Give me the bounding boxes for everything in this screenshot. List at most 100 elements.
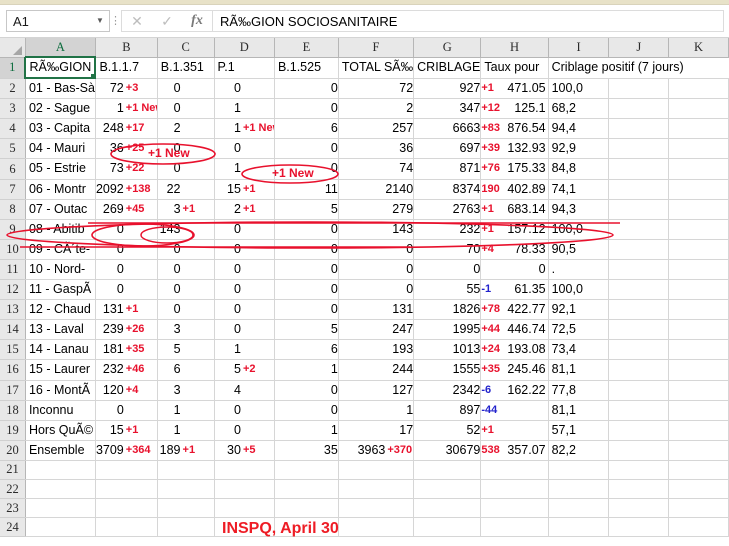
cell-h23[interactable] xyxy=(480,498,549,519)
cell-g23[interactable] xyxy=(413,498,482,519)
cell-b4[interactable]: 248 +17 xyxy=(95,118,158,140)
cell-g13[interactable]: 1826 xyxy=(413,299,482,321)
row-header-2[interactable]: 2 xyxy=(0,78,26,100)
cell-b20[interactable]: 3709 +364 xyxy=(95,440,158,461)
cell-e1[interactable]: B.1.525 xyxy=(274,57,339,79)
cell-c15[interactable]: 5 xyxy=(157,339,215,361)
row-header-12[interactable]: 12 xyxy=(0,279,26,301)
cell-j11[interactable] xyxy=(608,259,670,281)
cell-g18[interactable]: 897 xyxy=(413,400,482,421)
cell-g15[interactable]: 1013 xyxy=(413,339,482,361)
column-header-b[interactable]: B xyxy=(95,38,158,58)
cell-d8[interactable]: 2 +1 xyxy=(214,199,275,220)
cell-f19[interactable]: 17 xyxy=(338,420,415,441)
row-header-4[interactable]: 4 xyxy=(0,118,26,140)
cell-d10[interactable]: 0 xyxy=(214,239,275,260)
cell-c12[interactable]: 0 xyxy=(157,279,215,301)
column-header-k[interactable]: K xyxy=(668,38,729,58)
cell-d24[interactable] xyxy=(214,517,275,538)
cell-f24[interactable] xyxy=(338,517,415,538)
cell-g16[interactable]: 1555 xyxy=(413,359,482,381)
cell-c22[interactable] xyxy=(157,479,215,500)
cell-a19[interactable]: Hors QuÃ© xyxy=(25,420,96,441)
cell-c18[interactable]: 1 xyxy=(157,400,215,421)
cell-a20[interactable]: Ensemble xyxy=(25,440,96,461)
name-box[interactable]: A1 ▼ xyxy=(6,10,110,32)
cell-c17[interactable]: 3 xyxy=(157,380,215,401)
cell-h11[interactable]: 0 xyxy=(480,259,549,281)
cell-k10[interactable] xyxy=(668,239,729,260)
cell-g12[interactable]: 55 xyxy=(413,279,482,301)
cell-k19[interactable] xyxy=(668,420,729,441)
cell-g9[interactable]: 232 xyxy=(413,219,482,240)
row-header-23[interactable]: 23 xyxy=(0,498,26,519)
cell-k6[interactable] xyxy=(668,158,729,180)
cancel-icon[interactable]: ✕ xyxy=(122,11,152,31)
cell-a22[interactable] xyxy=(25,479,96,500)
row-header-1[interactable]: 1 xyxy=(0,57,26,79)
row-header-19[interactable]: 19 xyxy=(0,420,26,441)
cell-f6[interactable]: 74 xyxy=(338,158,415,180)
cell-a15[interactable]: 14 - Lanau xyxy=(25,339,96,361)
cell-c9[interactable]: 143 xyxy=(157,219,215,240)
cell-i8[interactable]: 94,3 xyxy=(548,199,610,220)
cell-f23[interactable] xyxy=(338,498,415,519)
cell-e18[interactable]: 0 xyxy=(274,400,339,421)
cell-h5[interactable]: +39 132.93 xyxy=(480,138,549,160)
cell-c19[interactable]: 1 xyxy=(157,420,215,441)
cell-j19[interactable] xyxy=(608,420,670,441)
cell-b3[interactable]: 1+1 New xyxy=(95,98,158,120)
cell-i1[interactable]: Criblage positif (7 jours) xyxy=(548,57,729,79)
cell-b6[interactable]: 73 +22 xyxy=(95,158,158,180)
cell-f20[interactable]: 3963 +370 xyxy=(338,440,415,461)
cell-i20[interactable]: 82,2 xyxy=(548,440,610,461)
cell-i24[interactable] xyxy=(548,517,610,538)
cell-a2[interactable]: 01 - Bas-Sà xyxy=(25,78,96,100)
cell-d9[interactable]: 0 xyxy=(214,219,275,240)
cell-f14[interactable]: 247 xyxy=(338,319,415,341)
cell-a6[interactable]: 05 - Estrie xyxy=(25,158,96,180)
row-header-6[interactable]: 6 xyxy=(0,158,26,180)
row-header-11[interactable]: 11 xyxy=(0,259,26,281)
cell-g6[interactable]: 871 xyxy=(413,158,482,180)
row-header-15[interactable]: 15 xyxy=(0,339,26,361)
cell-b9[interactable]: 0 xyxy=(95,219,158,240)
row-header-16[interactable]: 16 xyxy=(0,359,26,381)
row-header-17[interactable]: 17 xyxy=(0,380,26,401)
cell-g3[interactable]: 347 xyxy=(413,98,482,120)
cell-j13[interactable] xyxy=(608,299,670,321)
cell-e14[interactable]: 5 xyxy=(274,319,339,341)
cell-b7[interactable]: 2092 +138 xyxy=(95,179,158,200)
row-header-21[interactable]: 21 xyxy=(0,460,26,480)
column-header-c[interactable]: C xyxy=(157,38,215,58)
cell-a8[interactable]: 07 - Outac xyxy=(25,199,96,220)
cell-j3[interactable] xyxy=(608,98,670,120)
cell-k17[interactable] xyxy=(668,380,729,401)
cell-d18[interactable]: 0 xyxy=(214,400,275,421)
cell-k3[interactable] xyxy=(668,98,729,120)
cell-d11[interactable]: 0 xyxy=(214,259,275,281)
cell-g19[interactable]: 52 xyxy=(413,420,482,441)
cell-f9[interactable]: 143 xyxy=(338,219,415,240)
cell-a24[interactable] xyxy=(25,517,96,538)
cell-f4[interactable]: 257 xyxy=(338,118,415,140)
cell-b16[interactable]: 232 +46 xyxy=(95,359,158,381)
cell-h15[interactable]: +24 193.08 xyxy=(480,339,549,361)
cell-d20[interactable]: 30 +5 xyxy=(214,440,275,461)
cell-b13[interactable]: 131 +1 xyxy=(95,299,158,321)
cell-b18[interactable]: 0 xyxy=(95,400,158,421)
cell-i18[interactable]: 81,1 xyxy=(548,400,610,421)
cell-k12[interactable] xyxy=(668,279,729,301)
cell-k4[interactable] xyxy=(668,118,729,140)
cell-e4[interactable]: 6 xyxy=(274,118,339,140)
cell-c1[interactable]: B.1.351 xyxy=(157,57,215,79)
cell-f18[interactable]: 1 xyxy=(338,400,415,421)
cell-j4[interactable] xyxy=(608,118,670,140)
cell-e10[interactable]: 0 xyxy=(274,239,339,260)
cell-a11[interactable]: 10 - Nord- xyxy=(25,259,96,281)
cell-j23[interactable] xyxy=(608,498,670,519)
cell-j14[interactable] xyxy=(608,319,670,341)
row-header-22[interactable]: 22 xyxy=(0,479,26,500)
row-header-13[interactable]: 13 xyxy=(0,299,26,321)
confirm-icon[interactable]: ✓ xyxy=(152,11,182,31)
